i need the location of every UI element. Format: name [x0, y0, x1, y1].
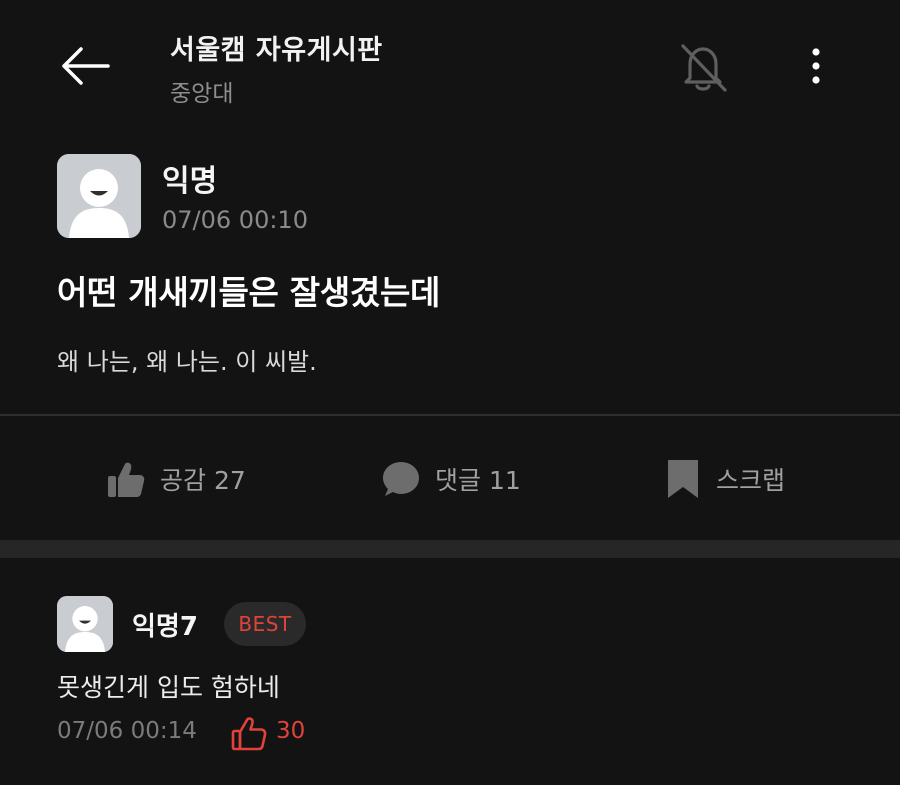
more-vertical-icon [812, 48, 820, 84]
comment-like-count: 30 [276, 718, 306, 744]
comment-like-button[interactable] [231, 716, 267, 752]
board-title: 서울캠 자유게시판 [170, 35, 383, 66]
like-button[interactable]: 공감 27 [106, 450, 246, 508]
more-options-button[interactable] [800, 40, 832, 92]
back-button[interactable] [56, 40, 114, 92]
anonymous-avatar-icon [57, 154, 141, 238]
comment-author-avatar [57, 596, 113, 652]
thumbs-up-icon [108, 462, 145, 497]
speech-bubble-icon [383, 462, 419, 496]
arrow-left-icon [62, 47, 110, 85]
bookmark-icon [668, 460, 698, 498]
school-name: 중앙대 [170, 81, 234, 107]
bell-off-icon [681, 44, 727, 92]
anonymous-avatar-icon [57, 596, 113, 652]
post-title: 어떤 개새끼들은 잘생겼는데 [57, 273, 441, 312]
notification-toggle-button[interactable] [670, 38, 736, 96]
post-timestamp: 07/06 00:10 [162, 206, 308, 234]
scrap-label: 스크랩 [716, 466, 786, 495]
post-body: 왜 나는, 왜 나는. 이 씨발. [57, 348, 317, 376]
comment-author-name: 익명7 [132, 612, 198, 642]
section-separator [0, 540, 900, 558]
thumbs-up-outline-icon [231, 717, 267, 751]
scrap-button[interactable]: 스크랩 [664, 450, 785, 508]
post-author-name: 익명 [162, 164, 218, 199]
like-count-label: 공감 27 [160, 466, 246, 495]
comment-count-label: 댓글 11 [435, 466, 521, 495]
post-author-avatar [57, 154, 141, 238]
comment-text: 못생긴게 입도 험하네 [57, 673, 280, 702]
comment-timestamp: 07/06 00:14 [57, 718, 197, 744]
best-badge: BEST [224, 602, 306, 646]
comment-button[interactable]: 댓글 11 [381, 450, 521, 508]
divider [0, 414, 900, 416]
